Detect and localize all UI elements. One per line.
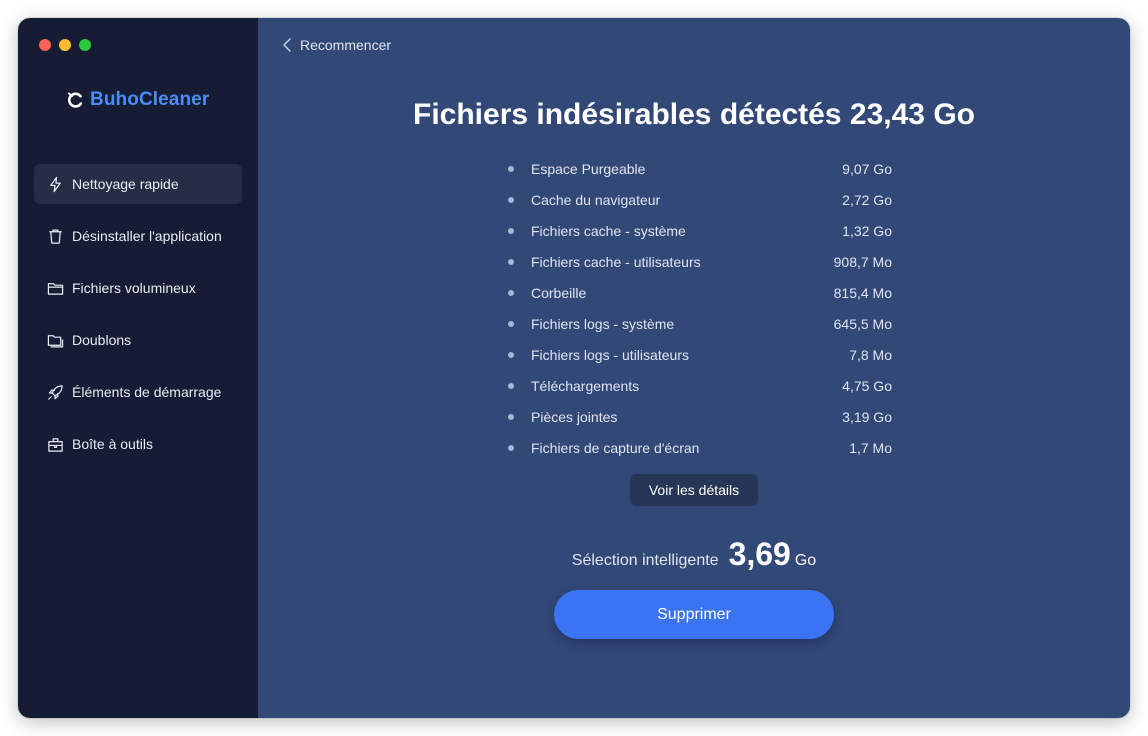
sidebar-item-elements-demarrage[interactable]: Éléments de démarrage <box>34 372 242 412</box>
sidebar-item-label: Désinstaller l'application <box>72 228 222 244</box>
headline-amount: 23,43 <box>849 98 925 131</box>
trash-icon <box>46 227 64 245</box>
item-name: Téléchargements <box>531 377 640 394</box>
item-name: Fichiers de capture d'écran <box>531 439 700 456</box>
sidebar-item-fichiers-volumineux[interactable]: Fichiers volumineux <box>34 268 242 308</box>
bullet-icon <box>508 227 514 234</box>
back-button[interactable]: Recommencer <box>282 37 391 53</box>
sidebar-item-boite-outils[interactable]: Boîte à outils <box>34 424 242 464</box>
item-name: Fichiers logs - utilisateurs <box>531 346 689 363</box>
duplicate-folder-icon <box>46 331 64 349</box>
item-name: Fichiers cache - système <box>531 222 686 239</box>
item-size: 3,19 Go <box>842 408 892 425</box>
window-controls <box>39 39 91 51</box>
smart-selection-value: 3,69 <box>728 536 791 572</box>
headline-text: Fichiers indésirables détectés <box>413 98 842 131</box>
item-name: Fichiers logs - système <box>531 315 675 332</box>
item-name: Fichiers cache - utilisateurs <box>531 253 701 270</box>
toolbox-icon <box>46 435 64 453</box>
item-size: 645,5 Mo <box>833 315 892 332</box>
list-item: Pièces jointes 3,19 Go <box>506 401 892 432</box>
sidebar-item-label: Boîte à outils <box>72 436 153 452</box>
list-item: Fichiers cache - utilisateurs 908,7 Mo <box>506 246 892 277</box>
bullet-icon <box>508 196 514 203</box>
list-item: Corbeille 815,4 Mo <box>506 277 892 308</box>
item-size: 2,72 Go <box>842 191 892 208</box>
rocket-icon <box>46 383 64 401</box>
view-details-button[interactable]: Voir les détails <box>630 474 758 506</box>
delete-button[interactable]: Supprimer <box>554 590 834 639</box>
item-size: 908,7 Mo <box>833 253 892 270</box>
list-item: Téléchargements 4,75 Go <box>506 370 892 401</box>
item-size: 1,32 Go <box>842 222 892 239</box>
list-item: Fichiers logs - utilisateurs 7,8 Mo <box>506 339 892 370</box>
junk-list: Espace Purgeable 9,07 Go Cache du navigat… <box>506 153 892 463</box>
back-label: Recommencer <box>300 37 392 53</box>
list-item: Cache du navigateur 2,72 Go <box>506 184 892 215</box>
headline-unit: Go <box>933 98 975 131</box>
item-name: Pièces jointes <box>531 408 618 425</box>
main-panel: Recommencer Fichiers indésirables détect… <box>258 18 1130 718</box>
app-brand: BuhoCleaner <box>66 89 209 111</box>
list-item: Espace Purgeable 9,07 Go <box>506 153 892 184</box>
item-size: 815,4 Mo <box>833 284 892 301</box>
chevron-left-icon <box>283 38 291 52</box>
bullet-icon <box>508 289 514 296</box>
item-size: 4,75 Go <box>842 377 892 394</box>
sidebar: BuhoCleaner Nettoyage rapide Désinstalle… <box>18 18 258 718</box>
sidebar-item-nettoyage-rapide[interactable]: Nettoyage rapide <box>34 164 242 204</box>
list-item: Fichiers de capture d'écran 1,7 Mo <box>506 432 892 463</box>
sidebar-nav: Nettoyage rapide Désinstaller l'applicat… <box>34 164 242 476</box>
item-name: Corbeille <box>531 284 587 301</box>
sidebar-item-label: Nettoyage rapide <box>72 176 179 192</box>
smart-selection-unit: Go <box>794 552 817 569</box>
page-title: Fichiers indésirables détectés 23,43 Go <box>258 98 1130 132</box>
bolt-icon <box>46 175 64 193</box>
sidebar-item-desinstaller[interactable]: Désinstaller l'application <box>34 216 242 256</box>
item-size: 1,7 Mo <box>849 439 892 456</box>
sidebar-item-label: Doublons <box>72 332 132 348</box>
sidebar-item-doublons[interactable]: Doublons <box>34 320 242 360</box>
item-name: Cache du navigateur <box>531 191 661 208</box>
app-name: BuhoCleaner <box>90 89 210 110</box>
item-size: 9,07 Go <box>842 160 892 177</box>
minimize-window-button[interactable] <box>59 39 71 51</box>
buho-logo-icon <box>67 92 83 108</box>
bullet-icon <box>508 258 514 265</box>
sidebar-item-label: Éléments de démarrage <box>72 384 222 400</box>
app-window: BuhoCleaner Nettoyage rapide Désinstalle… <box>18 18 1130 718</box>
smart-selection: Sélection intelligente 3,69 Go <box>258 536 1130 573</box>
list-item: Fichiers logs - système 645,5 Mo <box>506 308 892 339</box>
bullet-icon <box>508 413 514 420</box>
sidebar-item-label: Fichiers volumineux <box>72 280 196 296</box>
smart-selection-label: Sélection intelligente <box>571 552 719 569</box>
list-item: Fichiers cache - système 1,32 Go <box>506 215 892 246</box>
bullet-icon <box>508 320 514 327</box>
bullet-icon <box>508 444 514 451</box>
bullet-icon <box>508 382 514 389</box>
item-size: 7,8 Mo <box>849 346 892 363</box>
bullet-icon <box>508 351 514 358</box>
item-name: Espace Purgeable <box>531 160 646 177</box>
folder-icon <box>46 279 64 297</box>
close-window-button[interactable] <box>39 39 51 51</box>
bullet-icon <box>508 165 514 172</box>
zoom-window-button[interactable] <box>79 39 91 51</box>
